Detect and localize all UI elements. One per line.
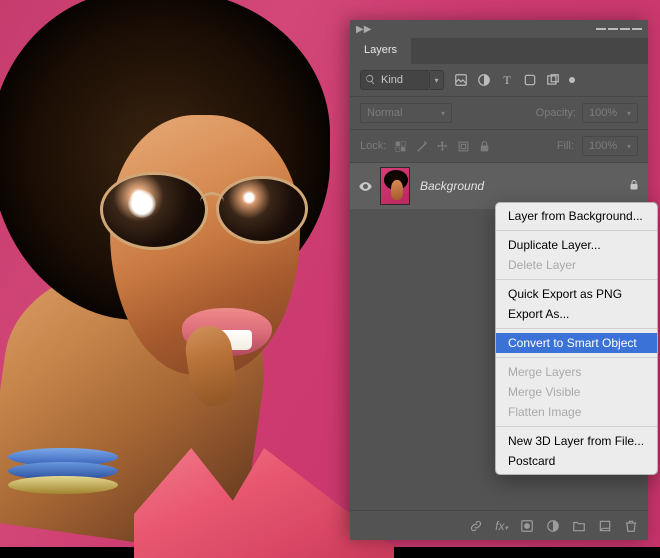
menu-item[interactable]: Convert to Smart Object [496, 333, 657, 353]
type-layer-filter-icon[interactable]: T [500, 73, 514, 87]
filter-kind-dropdown[interactable]: ▾ [430, 70, 444, 90]
menu-item[interactable]: Layer from Background... [496, 206, 657, 226]
eye-icon [358, 179, 373, 194]
menu-separator [496, 426, 657, 427]
tab-layers[interactable]: Layers [350, 38, 412, 64]
menu-item: Merge Visible [496, 382, 657, 402]
layer-lock-icon[interactable] [628, 179, 640, 194]
opacity-label: Opacity: [536, 107, 576, 119]
layer-thumbnail[interactable] [380, 167, 410, 205]
visibility-toggle[interactable] [350, 179, 380, 194]
lock-all-icon[interactable] [478, 140, 491, 153]
panel-footer: fx▾ [350, 510, 648, 540]
shape-layer-filter-icon[interactable] [523, 73, 537, 87]
menu-item[interactable]: Export As... [496, 304, 657, 324]
new-layer-icon[interactable] [598, 519, 612, 533]
delete-layer-icon[interactable] [624, 519, 638, 533]
adjustment-layer-filter-icon[interactable] [477, 73, 491, 87]
menu-item[interactable]: Quick Export as PNG [496, 284, 657, 304]
filter-row: ▾ T [350, 64, 648, 97]
lock-position-icon[interactable] [436, 140, 449, 153]
fill-input[interactable]: 100% ▾ [582, 136, 638, 156]
collapse-icon[interactable]: ▶▶ [356, 24, 366, 35]
fill-value: 100% [589, 140, 617, 152]
blend-mode-select[interactable]: Normal ▾ [360, 103, 452, 123]
group-icon[interactable] [572, 519, 586, 533]
layer-mask-icon[interactable] [520, 519, 534, 533]
opacity-input[interactable]: 100% ▾ [582, 103, 638, 123]
menu-item[interactable]: New 3D Layer from File... [496, 431, 657, 451]
layer-name[interactable]: Background [420, 179, 484, 193]
link-layers-icon[interactable] [469, 519, 483, 533]
menu-item[interactable]: Postcard [496, 451, 657, 471]
panel-tabs: Layers [350, 38, 648, 64]
layer-context-menu: Layer from Background... Duplicate Layer.… [495, 202, 658, 475]
lens-highlight [128, 190, 156, 218]
menu-item: Delete Layer [496, 255, 657, 275]
layer-fx-icon[interactable]: fx▾ [495, 519, 508, 533]
search-icon [365, 74, 376, 85]
menu-item[interactable]: Duplicate Layer... [496, 235, 657, 255]
lock-transparency-icon[interactable] [394, 140, 407, 153]
menu-separator [496, 328, 657, 329]
filter-toggle-icon[interactable] [569, 77, 575, 83]
fill-label: Fill: [557, 140, 574, 152]
lock-pixels-icon[interactable] [415, 140, 428, 153]
adjustment-layer-icon[interactable] [546, 519, 560, 533]
menu-separator [496, 279, 657, 280]
menu-separator [496, 357, 657, 358]
menu-item: Merge Layers [496, 362, 657, 382]
blend-mode-value: Normal [367, 107, 402, 119]
pixel-layer-filter-icon[interactable] [454, 73, 468, 87]
panel-header: ▶▶ [350, 20, 648, 38]
subject-bangle [8, 476, 118, 494]
lock-row: Lock: Fill: 100% ▾ [350, 130, 648, 163]
lock-artboard-icon[interactable] [457, 140, 470, 153]
lock-label: Lock: [360, 140, 386, 152]
blend-row: Normal ▾ Opacity: 100% ▾ [350, 97, 648, 130]
smart-object-filter-icon[interactable] [546, 73, 560, 87]
menu-item: Flatten Image [496, 402, 657, 422]
opacity-value: 100% [589, 107, 617, 119]
menu-separator [496, 230, 657, 231]
panel-menu-icon[interactable] [596, 28, 642, 30]
